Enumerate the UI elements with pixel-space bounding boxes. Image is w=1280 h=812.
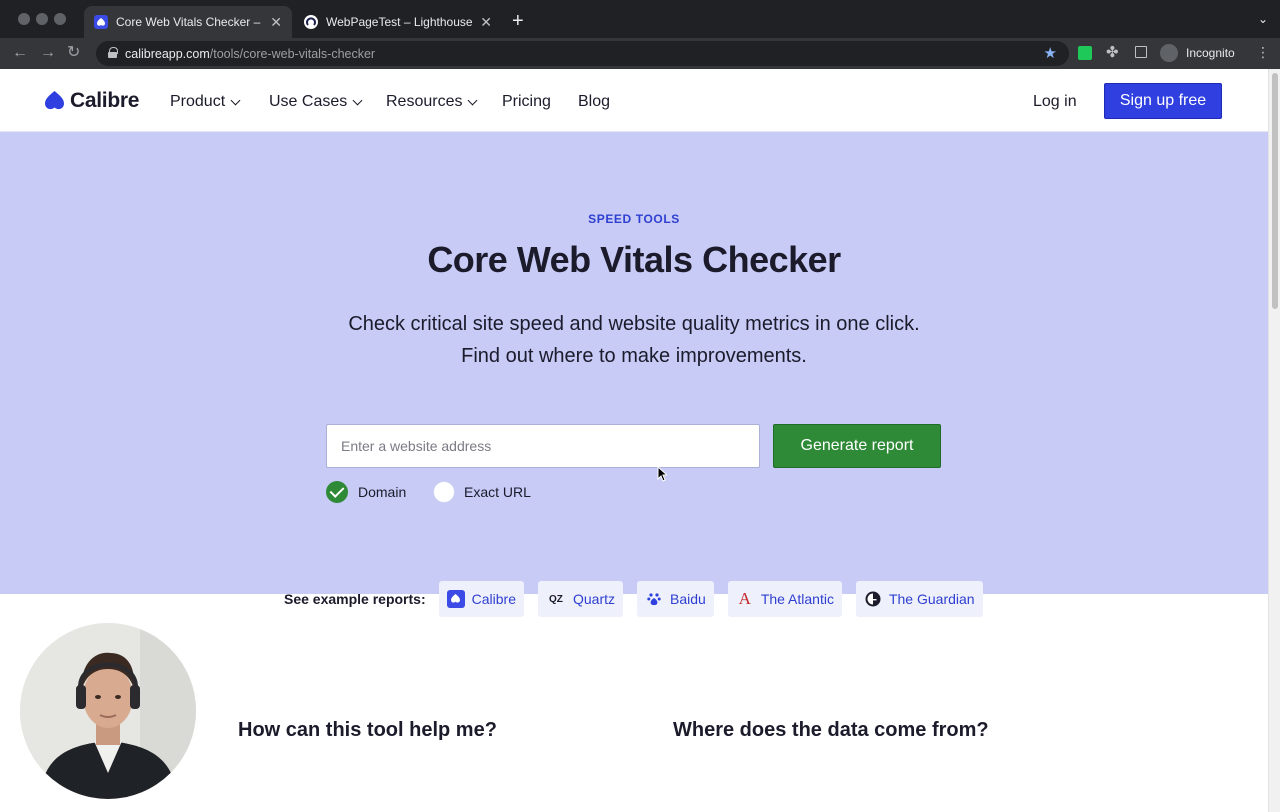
baidu-icon (645, 590, 663, 608)
domain-radio[interactable] (326, 481, 348, 503)
incognito-indicator[interactable]: Incognito (1160, 44, 1235, 62)
chevron-down-icon (352, 95, 363, 105)
extensions-puzzle-icon[interactable]: ✤ (1106, 43, 1119, 61)
login-link[interactable]: Log in (1033, 93, 1077, 111)
browser-menu-icon[interactable]: ⋮ (1256, 45, 1270, 59)
calibre-logo[interactable]: Calibre (44, 89, 139, 113)
example-reports-label: See example reports: (284, 591, 426, 607)
nav-product[interactable]: Product (170, 93, 241, 111)
nav-use-cases[interactable]: Use Cases (269, 93, 363, 111)
domain-radio-label[interactable]: Domain (358, 484, 406, 500)
forward-icon[interactable]: → (40, 43, 56, 63)
close-tab-icon[interactable]: ✕ (480, 14, 492, 31)
window-zoom-button[interactable] (54, 13, 66, 25)
reload-icon[interactable]: ↻ (67, 43, 80, 63)
example-baidu[interactable]: Baidu (637, 581, 714, 617)
atlantic-icon: A (738, 589, 751, 608)
example-the-atlantic[interactable]: A The Atlantic (727, 581, 842, 617)
nav-pricing[interactable]: Pricing (502, 93, 551, 111)
address-url: calibreapp.com/tools/core-web-vitals-che… (125, 47, 376, 61)
browser-tab-webpagetest[interactable]: WebPageTest – Lighthouse Test ✕ (294, 6, 502, 38)
section-heading-help: How can this tool help me? (238, 719, 497, 741)
example-calibre[interactable]: Calibre (438, 581, 524, 617)
browser-tab-bar: Core Web Vitals Checker – Test ✕ WebPage… (0, 0, 1280, 38)
new-tab-icon[interactable]: + (512, 10, 524, 32)
website-address-input[interactable] (326, 424, 760, 468)
hero-lead-line-2: Find out where to make improvements. (461, 345, 807, 367)
incognito-icon (1160, 44, 1178, 62)
hero-section: SPEED TOOLS Core Web Vitals Checker Chec… (0, 132, 1268, 594)
browser-toolbar: ← → ↻ calibreapp.com/tools/core-web-vita… (0, 38, 1280, 69)
signup-button[interactable]: Sign up free (1104, 83, 1222, 119)
page-scrollbar[interactable] (1268, 69, 1280, 812)
section-heading-data: Where does the data come from? (673, 719, 989, 741)
generate-report-button[interactable]: Generate report (773, 424, 941, 468)
tab-title: WebPageTest – Lighthouse Test (326, 15, 473, 29)
presenter-video-icon (20, 623, 196, 799)
guardian-icon (864, 590, 882, 608)
chevron-down-icon (468, 95, 478, 105)
site-header: Calibre Product Use Cases Resources Pric… (0, 69, 1268, 132)
close-tab-icon[interactable]: ✕ (270, 14, 282, 31)
side-panel-icon[interactable] (1135, 46, 1147, 58)
nav-blog[interactable]: Blog (578, 93, 610, 111)
extension-green-icon[interactable] (1078, 46, 1092, 60)
mouse-cursor-icon (657, 466, 667, 482)
exact-url-radio[interactable] (433, 481, 455, 503)
webcam-overlay (20, 623, 196, 799)
hero-eyebrow: SPEED TOOLS (588, 212, 680, 226)
address-bar[interactable]: calibreapp.com/tools/core-web-vitals-che… (96, 41, 1069, 66)
window-close-button[interactable] (18, 13, 30, 25)
calibre-favicon-icon (94, 15, 108, 29)
lock-icon (108, 47, 118, 58)
nav-resources[interactable]: Resources (386, 93, 478, 111)
browser-tab-calibre[interactable]: Core Web Vitals Checker – Test ✕ (84, 6, 292, 38)
back-icon[interactable]: ← (12, 43, 28, 63)
calibre-icon (446, 590, 465, 608)
scrollbar-thumb[interactable] (1272, 73, 1278, 309)
webpagetest-favicon-icon (304, 15, 318, 29)
window-minimize-button[interactable] (36, 13, 48, 25)
example-quartz[interactable]: QZ Quartz (537, 581, 623, 617)
bookmark-star-icon[interactable]: ★ (1044, 44, 1057, 62)
chevron-down-icon (230, 95, 241, 105)
tab-title: Core Web Vitals Checker – Test (116, 15, 262, 29)
example-the-guardian[interactable]: The Guardian (855, 581, 983, 617)
example-reports: See example reports: Calibre QZ Quartz B… (284, 581, 997, 617)
quartz-icon: QZ (549, 593, 563, 605)
calibre-logo-icon (45, 91, 64, 110)
tab-search-chevron-icon[interactable]: ⌄ (1258, 12, 1268, 26)
hero-lead-line-1: Check critical site speed and website qu… (348, 313, 920, 335)
exact-url-radio-label[interactable]: Exact URL (464, 484, 531, 500)
page-title: Core Web Vitals Checker (427, 239, 841, 280)
